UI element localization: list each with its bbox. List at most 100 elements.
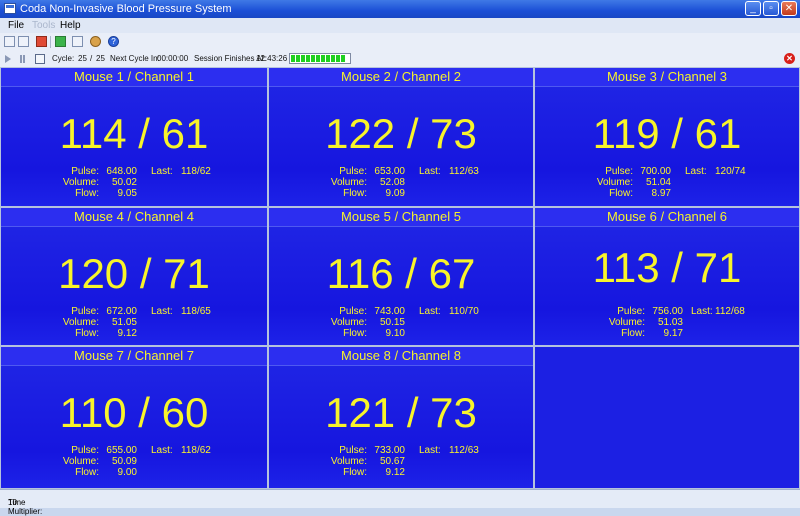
- pulse-label: Pulse:: [339, 306, 367, 317]
- last-label: Last:: [419, 445, 441, 456]
- channel-panel-2: Mouse 2 / Channel 2 122 / 73 Pulse: 653.00 L…: [268, 67, 534, 207]
- last-label: Last:: [691, 306, 713, 317]
- pulse-value: 733.00: [374, 445, 405, 456]
- close-button[interactable]: ✕: [781, 1, 797, 16]
- window-title: Coda Non-Invasive Blood Pressure System: [20, 3, 232, 15]
- volume-label: Volume:: [608, 317, 645, 328]
- pulse-value: 653.00: [374, 166, 405, 177]
- progress-segment: [331, 55, 335, 62]
- flow-label: Flow:: [621, 328, 645, 339]
- cycle-total: 25: [96, 54, 105, 63]
- progress-segment: [316, 55, 320, 62]
- app-icon: [4, 3, 16, 14]
- pulse-label: Pulse:: [339, 166, 367, 177]
- channel-body: 116 / 67 Pulse: 743.00 Last: 110/70 Volume: 50…: [269, 227, 533, 345]
- record-icon[interactable]: [36, 36, 47, 47]
- progress-segment: [321, 55, 325, 62]
- channel-title: Mouse 6 / Channel 6: [535, 208, 799, 227]
- progress-segment: [296, 55, 300, 62]
- volume-label: Volume:: [330, 177, 367, 188]
- channel-title: Mouse 3 / Channel 3: [535, 68, 799, 87]
- volume-label: Volume:: [62, 177, 99, 188]
- channel-body: 110 / 60 Pulse: 655.00 Last: 118/62 Volume: 50…: [1, 366, 267, 488]
- progress-segment: [291, 55, 295, 62]
- volume-value: 52.08: [379, 177, 405, 188]
- channel-title: Mouse 4 / Channel 4: [1, 208, 267, 227]
- flow-label: Flow:: [75, 188, 99, 199]
- flow-value: 8.97: [651, 188, 671, 199]
- pulse-value: 743.00: [374, 306, 405, 317]
- channel-panel-8: Mouse 8 / Channel 8 121 / 73 Pulse: 733.00 L…: [268, 346, 534, 489]
- cycle-current: 25: [78, 54, 87, 63]
- channel-panel-4: Mouse 4 / Channel 4 120 / 71 Pulse: 672.00 L…: [0, 207, 268, 346]
- channel-panel-6: Mouse 6 / Channel 6 113 / 71 Pulse: 756.00 L…: [534, 207, 800, 346]
- blood-pressure-value: 119 / 61: [592, 110, 742, 157]
- flow-value: 9.05: [117, 188, 137, 199]
- blood-pressure-value: 110 / 60: [59, 389, 209, 436]
- menu-help[interactable]: Help: [60, 20, 81, 31]
- channel-body: 122 / 73 Pulse: 653.00 Last: 112/63 Volume: 52…: [269, 87, 533, 206]
- flow-label: Flow:: [343, 467, 367, 478]
- flow-label: Flow:: [75, 467, 99, 478]
- volume-value: 51.04: [645, 177, 671, 188]
- flow-value: 9.12: [117, 328, 137, 339]
- flow-value: 9.00: [117, 467, 137, 478]
- flow-label: Flow:: [343, 188, 367, 199]
- stop-icon[interactable]: [35, 54, 45, 64]
- menu-bar: File Tools Help: [0, 18, 800, 33]
- maximize-button[interactable]: ▫: [763, 1, 779, 16]
- menu-file[interactable]: File: [8, 20, 24, 31]
- pulse-label: Pulse:: [339, 445, 367, 456]
- main-toolbar: ?: [0, 33, 800, 52]
- flow-value: 9.10: [385, 328, 405, 339]
- last-value: 112/63: [449, 445, 479, 456]
- progress-segment: [326, 55, 330, 62]
- cycle-label: Cycle:: [52, 54, 75, 63]
- new-icon[interactable]: [4, 36, 15, 47]
- volume-label: Volume:: [62, 317, 99, 328]
- users-icon[interactable]: [90, 36, 101, 47]
- play-icon[interactable]: [5, 55, 11, 63]
- last-label: Last:: [685, 166, 707, 177]
- channel-body: 113 / 71 Pulse: 756.00 Last: 112/68 Volume: 51…: [535, 227, 799, 345]
- blood-pressure-value: 114 / 61: [59, 110, 209, 157]
- last-label: Last:: [419, 306, 441, 317]
- flow-label: Flow:: [609, 188, 633, 199]
- pulse-label: Pulse:: [617, 306, 645, 317]
- help-icon[interactable]: ?: [108, 36, 119, 47]
- pulse-value: 672.00: [106, 306, 137, 317]
- session-toolbar: Cycle: 25 / 25 Next Cycle In: 00:00:00 S…: [0, 51, 800, 68]
- window-controls: _ ▫ ✕: [745, 1, 797, 16]
- start-icon[interactable]: [55, 36, 66, 47]
- channel-panel-3: Mouse 3 / Channel 3 119 / 61 Pulse: 700.00 L…: [534, 67, 800, 207]
- menu-tools[interactable]: Tools: [32, 20, 55, 31]
- pulse-value: 700.00: [640, 166, 671, 177]
- last-value: 112/63: [449, 166, 479, 177]
- pause-icon[interactable]: [20, 55, 25, 63]
- volume-value: 50.15: [379, 317, 405, 328]
- minimize-button[interactable]: _: [745, 1, 761, 16]
- channel-body: 119 / 61 Pulse: 700.00 Last: 120/74 Volume: 51…: [535, 87, 799, 206]
- pulse-label: Pulse:: [71, 306, 99, 317]
- pulse-value: 655.00: [106, 445, 137, 456]
- flow-value: 9.09: [385, 188, 405, 199]
- pulse-value: 648.00: [106, 166, 137, 177]
- channel-panel-empty: [534, 346, 800, 489]
- channel-title: Mouse 1 / Channel 1: [1, 68, 267, 87]
- cycle-separator: /: [90, 54, 93, 63]
- blood-pressure-value: 121 / 73: [325, 389, 477, 436]
- error-icon[interactable]: ✕: [784, 53, 795, 64]
- time-multiplier-value: 10: [8, 498, 17, 507]
- channel-body: 114 / 61 Pulse: 648.00 Last: 118/62 Volume: 50…: [1, 87, 267, 206]
- volume-value: 51.05: [111, 317, 137, 328]
- settings-icon[interactable]: [72, 36, 83, 47]
- last-value: 118/65: [181, 306, 211, 317]
- status-bar: Time Multiplier: 10: [0, 489, 800, 516]
- channel-title: Mouse 8 / Channel 8: [269, 347, 533, 366]
- progress-segment: [341, 55, 345, 62]
- volume-label: Volume:: [62, 456, 99, 467]
- last-value: 110/70: [449, 306, 479, 317]
- open-icon[interactable]: [18, 36, 29, 47]
- last-value: 120/74: [715, 166, 746, 177]
- progress-segment: [311, 55, 315, 62]
